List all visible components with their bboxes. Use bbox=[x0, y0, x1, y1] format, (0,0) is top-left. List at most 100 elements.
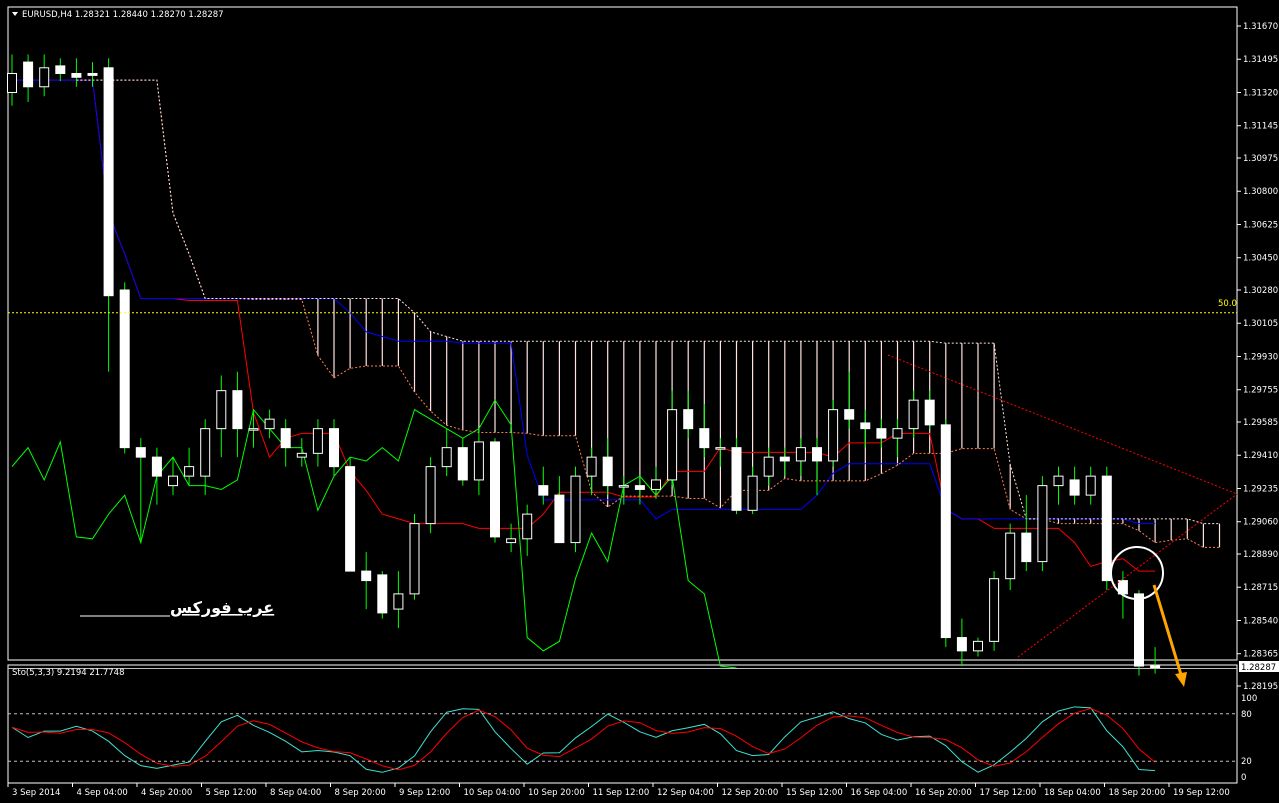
time-tick-label: 10 Sep 20:00 bbox=[528, 788, 585, 798]
candle-body-bear bbox=[280, 428, 291, 449]
price-tick-label: 1.29060 bbox=[1243, 518, 1278, 528]
candle-body-bull bbox=[393, 593, 404, 610]
stoch-tick-label: 100 bbox=[1241, 694, 1257, 704]
candle-body-bull bbox=[892, 428, 903, 439]
candle-body-bear bbox=[377, 574, 388, 614]
current-price-label: 1.28287 bbox=[1241, 663, 1276, 673]
time-tick-label: 18 Sep 20:00 bbox=[1109, 788, 1166, 798]
price-chart[interactable]: 1.31670 1.31495 1.31320 1.31145 1.30975 1.308… bbox=[0, 0, 1279, 803]
candle-body-bull bbox=[586, 456, 597, 477]
candle-body-bear bbox=[361, 570, 372, 582]
time-axis: 3 Sep 2014 4 Sep 04:00 4 Sep 20:00 5 Sep 12… bbox=[7, 783, 1230, 798]
candle-body-bear bbox=[779, 456, 790, 462]
stoch-tick-label: 0 bbox=[1241, 773, 1246, 783]
candle-body-bull bbox=[747, 475, 758, 511]
price-tick-label: 1.31495 bbox=[1243, 55, 1278, 65]
candle-body-bull bbox=[1037, 485, 1048, 563]
time-tick-label: 18 Sep 04:00 bbox=[1044, 788, 1101, 798]
candle-body-bear bbox=[538, 485, 549, 496]
candle-body-bear bbox=[151, 456, 162, 477]
price-tick-label: 1.31320 bbox=[1243, 88, 1278, 98]
candle-body-bull bbox=[828, 409, 839, 462]
time-tick-label: 16 Sep 04:00 bbox=[851, 788, 908, 798]
candle-body-bull bbox=[651, 479, 661, 490]
candle-body-bear bbox=[876, 428, 887, 439]
candle-body-bear bbox=[602, 456, 613, 487]
price-tick-label: 1.28365 bbox=[1243, 650, 1278, 660]
time-tick-label: 3 Sep 2014 bbox=[12, 788, 60, 798]
candle-body-bull bbox=[184, 466, 195, 477]
price-tick-label: 1.31145 bbox=[1243, 122, 1278, 132]
price-tick-label: 1.29235 bbox=[1243, 484, 1278, 494]
candle-body-bull bbox=[763, 456, 774, 477]
candle-body-bull bbox=[973, 640, 983, 652]
candle-body-bull bbox=[1005, 532, 1016, 580]
candle-body-bull bbox=[908, 399, 919, 430]
candle-body-bull bbox=[312, 428, 323, 454]
candle-body-bear bbox=[103, 67, 114, 297]
candle-body-bear bbox=[232, 390, 243, 430]
candle-body-bull bbox=[989, 578, 1000, 642]
time-tick-label: 4 Sep 20:00 bbox=[141, 788, 192, 798]
price-tick-label: 1.30280 bbox=[1243, 286, 1278, 296]
time-tick-label: 16 Sep 20:00 bbox=[915, 788, 972, 798]
stoch-axis: 100 80 20 0 bbox=[1241, 694, 1257, 783]
price-tick-label: 1.29930 bbox=[1243, 352, 1278, 362]
price-tick-label: 1.30625 bbox=[1243, 220, 1278, 230]
time-tick-label: 9 Sep 12:00 bbox=[399, 788, 450, 798]
candle-body-bull bbox=[264, 418, 275, 430]
time-tick-label: 12 Sep 20:00 bbox=[722, 788, 779, 798]
time-tick-label: 4 Sep 04:00 bbox=[77, 788, 128, 798]
candle-body-bull bbox=[248, 428, 259, 431]
candle-body-bull bbox=[522, 513, 533, 540]
candle-body-bull bbox=[168, 475, 178, 487]
candle-body-bull bbox=[667, 409, 678, 481]
time-tick-label: 8 Sep 20:00 bbox=[335, 788, 386, 798]
candle-body-bull bbox=[1053, 475, 1064, 487]
candle-body-bear bbox=[119, 289, 130, 449]
price-tick-label: 1.28540 bbox=[1243, 616, 1278, 626]
price-tick-label: 1.30105 bbox=[1243, 319, 1278, 329]
main-pane-frame bbox=[7, 6, 1238, 661]
candle-body-bear bbox=[1134, 593, 1144, 667]
candle-body-bull bbox=[216, 390, 227, 430]
time-tick-label: 8 Sep 04:00 bbox=[270, 788, 321, 798]
candle-body-bear bbox=[940, 424, 951, 639]
candle-body-bull bbox=[618, 485, 629, 488]
candle-body-bear bbox=[924, 399, 935, 426]
time-tick-label: 17 Sep 12:00 bbox=[980, 788, 1037, 798]
price-tick-label: 1.30800 bbox=[1243, 187, 1278, 197]
candle-body-bear bbox=[731, 447, 742, 511]
price-tick-label: 1.28890 bbox=[1243, 550, 1278, 560]
candle-body-bear bbox=[135, 447, 146, 458]
time-tick-label: 19 Sep 12:00 bbox=[1173, 788, 1230, 798]
time-tick-label: 15 Sep 12:00 bbox=[786, 788, 843, 798]
candle-body-bull bbox=[441, 447, 452, 468]
candle-body-bull bbox=[506, 538, 517, 544]
candle-body-bull bbox=[200, 428, 211, 477]
symbol-header: EURUSD,H4 1.28321 1.28440 1.28270 1.2828… bbox=[22, 10, 224, 20]
price-tick-label: 1.30975 bbox=[1243, 154, 1278, 164]
candle-body-bear bbox=[699, 428, 710, 449]
candle-body-bear bbox=[1021, 532, 1032, 563]
price-tick-label: 1.31670 bbox=[1243, 22, 1278, 32]
candle-body-bull bbox=[425, 466, 436, 525]
candle-body-bull bbox=[39, 67, 50, 88]
stoch-tick-label: 20 bbox=[1241, 757, 1252, 767]
time-tick-label: 11 Sep 12:00 bbox=[593, 788, 650, 798]
candle-body-bear bbox=[87, 72, 98, 76]
candle-body-bear bbox=[457, 447, 468, 481]
time-tick-label: 12 Sep 04:00 bbox=[657, 788, 714, 798]
stoch-label: Sto(5,3,3) 9.2194 21.7748 bbox=[12, 668, 124, 678]
candle-body-bear bbox=[1069, 479, 1080, 496]
candle-body-bull bbox=[570, 475, 581, 544]
candle-body-bear bbox=[1101, 475, 1112, 582]
candle-body-bull bbox=[1085, 475, 1096, 496]
candle-body-bear bbox=[844, 409, 855, 420]
price-axis: 1.31670 1.31495 1.31320 1.31145 1.30975 1.308… bbox=[1237, 22, 1278, 692]
candle-body-bear bbox=[490, 441, 500, 538]
candle-body-bull bbox=[409, 523, 420, 595]
price-tick-label: 1.28195 bbox=[1243, 682, 1278, 692]
candle-body-bear bbox=[23, 61, 34, 88]
price-tick-label: 1.30450 bbox=[1243, 254, 1278, 264]
